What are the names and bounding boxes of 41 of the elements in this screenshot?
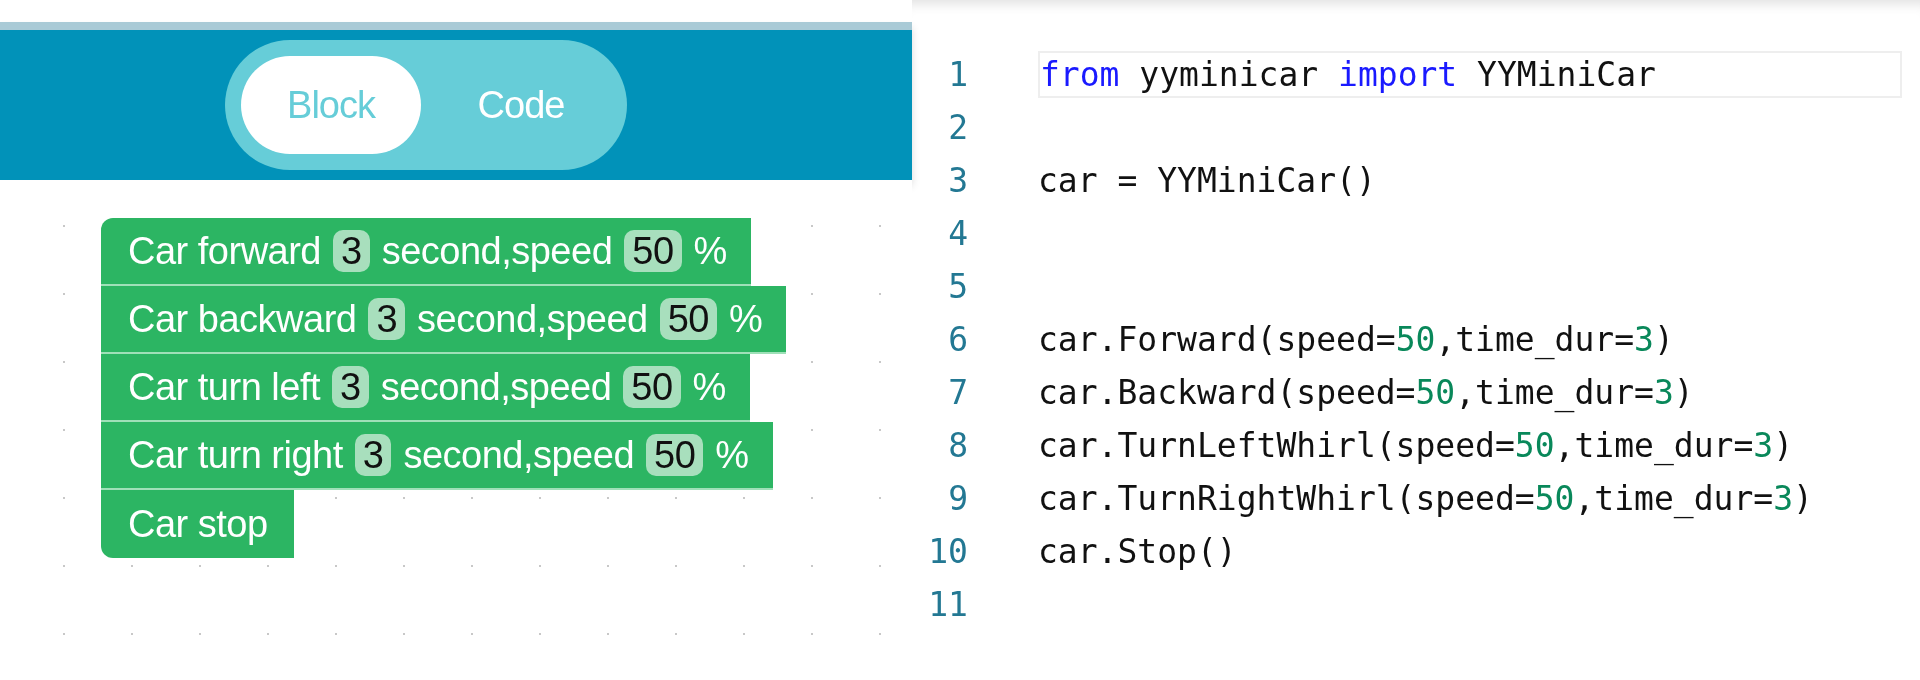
speed-field[interactable]: 50 [624, 230, 682, 272]
seconds-field[interactable]: 3 [332, 366, 369, 408]
code-block[interactable]: Car backward 3 second,speed 50 % [101, 286, 787, 354]
line-number: 2 [947, 108, 969, 147]
block-label: % [693, 229, 727, 273]
code-line: car.TurnLeftWhirl(speed=50,time_dur=3) [1038, 426, 1793, 465]
seconds-field[interactable]: 3 [333, 230, 370, 272]
speed-field[interactable]: 50 [623, 366, 681, 408]
line-number: 3 [947, 161, 969, 200]
block-label: second,speed [417, 297, 648, 341]
code-line: car.Backward(speed=50,time_dur=3) [1038, 373, 1694, 412]
line-number: 5 [947, 267, 969, 306]
block-label: Car backward [128, 297, 357, 341]
line-number: 9 [947, 479, 969, 518]
line-number: 6 [947, 320, 969, 359]
code-line: car = YYMiniCar() [1038, 161, 1376, 200]
block-label: Car turn left [128, 365, 321, 409]
seconds-field[interactable]: 3 [368, 298, 406, 340]
speed-field[interactable]: 50 [646, 434, 704, 476]
line-number: 8 [947, 426, 969, 465]
block-label: Car turn right [128, 433, 343, 477]
code-line: car.Forward(speed=50,time_dur=3) [1038, 320, 1674, 359]
block-label: % [715, 433, 749, 477]
line-number: 10 [927, 532, 969, 571]
seconds-field[interactable]: 3 [354, 434, 392, 476]
block-label: second,speed [403, 433, 635, 477]
block-label: % [729, 297, 763, 341]
block-label: second,speed [380, 365, 612, 409]
code-line: car.Stop() [1038, 532, 1237, 571]
block-label: % [692, 365, 726, 409]
code-block[interactable]: Car turn left 3 second,speed 50 % [101, 354, 750, 422]
line-number: 1 [947, 55, 969, 94]
code-line: car.TurnRightWhirl(speed=50,time_dur=3) [1038, 479, 1813, 518]
line-number: 7 [947, 373, 969, 412]
block-label: second,speed [381, 229, 613, 273]
code-block[interactable]: Car forward 3 second,speed 50 % [101, 218, 751, 286]
speed-field[interactable]: 50 [659, 298, 717, 340]
code-block[interactable]: Car turn right 3 second,speed 50 % [101, 422, 773, 490]
block-label: Car forward [128, 229, 321, 273]
line-number: 4 [947, 214, 969, 253]
line-number: 11 [927, 585, 969, 624]
